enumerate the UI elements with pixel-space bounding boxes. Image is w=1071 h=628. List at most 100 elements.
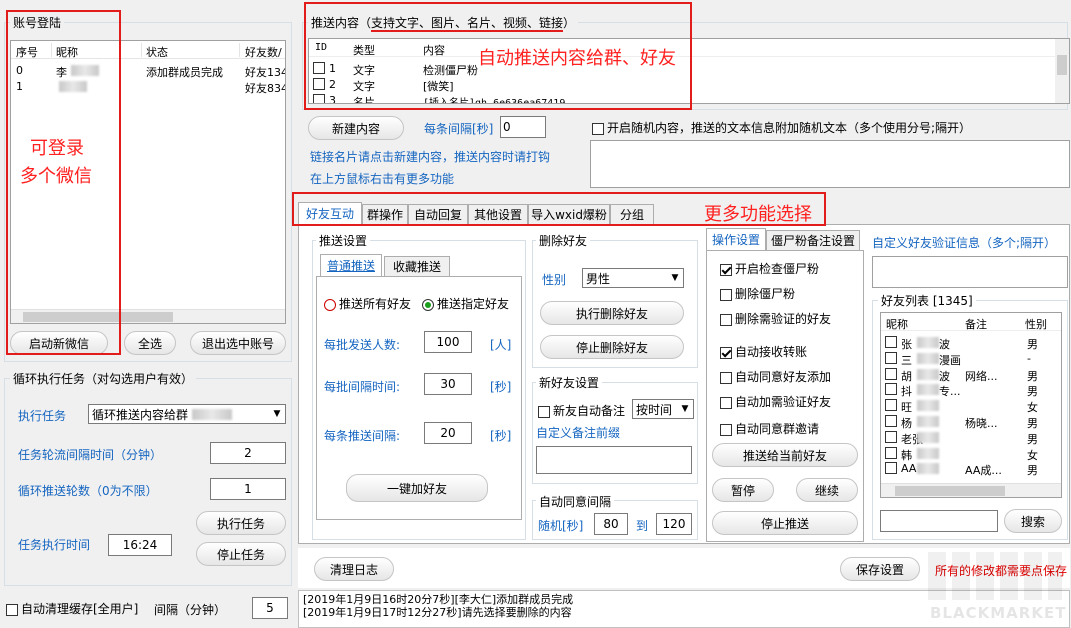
checkbox-icon[interactable]: [885, 462, 897, 475]
new-content-button[interactable]: 新建内容: [308, 116, 404, 140]
log-output[interactable]: [2019年1月9日16时20分7秒][李大仁]添加群成员完成 [2019年1月…: [298, 590, 1070, 628]
exec-delete-friend-button[interactable]: 执行删除好友: [540, 301, 684, 325]
ops-delete-verify[interactable]: 删除需验证的好友: [720, 310, 831, 327]
item-interval-input[interactable]: [500, 116, 546, 138]
item-interval-label: 每条间隔[秒]: [424, 122, 494, 136]
random-content-checkbox[interactable]: 开启随机内容，推送的文本信息附加随机文本（多个使用分号;隔开）: [592, 119, 971, 136]
checkbox-icon[interactable]: [885, 367, 897, 380]
batch-interval-input[interactable]: [424, 373, 472, 395]
col-friend-gender[interactable]: 性别: [1025, 316, 1047, 332]
friend-search-button[interactable]: 搜索: [1004, 509, 1062, 533]
save-settings-button[interactable]: 保存设置: [840, 557, 920, 581]
ops-auto-accept-group[interactable]: 自动同意群邀请: [720, 420, 819, 437]
verify-msg-input[interactable]: [872, 256, 1068, 288]
col-nick[interactable]: 昵称: [56, 44, 78, 60]
subtab-normal-push[interactable]: 普通推送: [320, 254, 382, 276]
tab-other-settings[interactable]: 其他设置: [468, 204, 528, 224]
exec-task-select[interactable]: 循环推送内容给群 ▼: [88, 404, 286, 424]
task-time-input[interactable]: [108, 534, 172, 556]
tab-group[interactable]: 分组: [610, 204, 654, 224]
start-new-wechat-button[interactable]: 启动新微信: [10, 331, 108, 355]
tab-import-wxid[interactable]: 导入wxid爆粉: [528, 204, 610, 224]
logout-selected-button[interactable]: 退出选中账号: [190, 331, 286, 355]
tab-group-ops[interactable]: 群操作: [362, 204, 408, 224]
friend-row[interactable]: 三 漫画 -: [881, 351, 1061, 367]
auto-clean-cache-checkbox[interactable]: 自动清理缓存[全用户]: [6, 600, 138, 617]
checkbox-icon[interactable]: [313, 62, 325, 74]
stop-delete-friend-button[interactable]: 停止删除好友: [540, 335, 684, 359]
agree-to-input[interactable]: [656, 513, 692, 535]
gender-select[interactable]: 男性 ▼: [582, 268, 684, 288]
friend-row[interactable]: 张波男: [881, 335, 1061, 351]
push-row[interactable]: 2 文字 [微笑]: [309, 77, 1069, 93]
checkbox-icon[interactable]: [885, 430, 897, 443]
continue-button[interactable]: 继续: [796, 478, 858, 502]
auto-note-checkbox[interactable]: 新友自动备注: [538, 402, 625, 419]
checkbox-icon[interactable]: [885, 399, 897, 412]
col-friend-note[interactable]: 备注: [965, 316, 987, 332]
account-row[interactable]: 0 李 添加群成员完成 好友134: [11, 63, 285, 79]
radio-push-specified[interactable]: 推送指定好友: [422, 295, 509, 312]
custom-prefix-input[interactable]: [536, 446, 692, 474]
push-interval-input[interactable]: [424, 422, 472, 444]
checkbox-icon[interactable]: [885, 446, 897, 459]
push-list-vscroll[interactable]: [1055, 39, 1069, 103]
stop-push-button[interactable]: 停止推送: [712, 511, 858, 535]
col-id[interactable]: ID: [315, 42, 327, 53]
select-all-button[interactable]: 全选: [124, 331, 176, 355]
account-row[interactable]: 1 好友834: [11, 79, 285, 95]
col-type[interactable]: 类型: [353, 42, 375, 58]
tab-zombie-note-settings[interactable]: 僵尸粉备注设置: [766, 230, 860, 250]
blurred-name: [917, 337, 939, 348]
friend-row[interactable]: AA AA成... 男: [881, 461, 1061, 477]
checkbox-icon[interactable]: [313, 78, 325, 90]
random-text-input[interactable]: [590, 140, 1070, 188]
stop-task-button[interactable]: 停止任务: [196, 542, 286, 566]
tab-auto-reply[interactable]: 自动回复: [408, 204, 468, 224]
tab-operation-settings[interactable]: 操作设置: [706, 228, 766, 250]
account-list-hscroll[interactable]: [11, 309, 285, 323]
friend-row[interactable]: 老张男: [881, 430, 1061, 446]
one-click-add-friend-button[interactable]: 一键加好友: [346, 474, 488, 502]
checkbox-icon: [720, 313, 732, 326]
checkbox-icon[interactable]: [885, 336, 897, 348]
friend-row[interactable]: 旺女: [881, 398, 1061, 414]
exec-task-button[interactable]: 执行任务: [196, 511, 286, 535]
friend-list[interactable]: 昵称 备注 性别 张波男三漫画 - 胡波网络... 男抖专... 男旺女杨杨晓... 男老…: [880, 312, 1062, 498]
ops-auto-accept-friend[interactable]: 自动同意好友添加: [720, 368, 831, 385]
ops-check-zombie[interactable]: 开启检查僵尸粉: [720, 260, 819, 277]
loop-interval-input[interactable]: [210, 442, 286, 464]
tab-friend-interaction[interactable]: 好友互动: [298, 202, 362, 224]
friend-row[interactable]: 杨 杨晓... 男: [881, 414, 1061, 430]
push-row[interactable]: 1 文字 检测僵尸粉: [309, 61, 1069, 77]
push-content-list[interactable]: ID 类型 内容 1 文字 检测僵尸粉 2 文字 [微笑] 3 名片 [插入名片…: [308, 38, 1070, 104]
col-friends[interactable]: 好友数/: [245, 44, 282, 60]
col-status[interactable]: 状态: [146, 44, 168, 60]
friend-row[interactable]: 抖 专... 男: [881, 382, 1061, 398]
col-index[interactable]: 序号: [16, 44, 38, 60]
ops-delete-zombie[interactable]: 删除僵尸粉: [720, 285, 795, 302]
ops-auto-transfer[interactable]: 自动接收转账: [720, 343, 807, 360]
checkbox-icon[interactable]: [313, 94, 325, 103]
batch-size-input[interactable]: [424, 331, 472, 353]
cache-interval-input[interactable]: [252, 597, 288, 619]
radio-push-all[interactable]: 推送所有好友: [324, 295, 411, 312]
push-row[interactable]: 3 名片 [插入名片]gh_6e636ea67419: [309, 93, 1069, 103]
clear-log-button[interactable]: 清理日志: [314, 557, 394, 581]
friend-row[interactable]: 胡 波 网络... 男: [881, 367, 1061, 383]
friend-search-input[interactable]: [880, 510, 998, 532]
friend-list-hscroll[interactable]: [881, 483, 1061, 497]
note-mode-select[interactable]: 按时间 ▼: [632, 399, 694, 419]
pause-button[interactable]: 暂停: [712, 478, 774, 502]
friend-row[interactable]: 韩女: [881, 446, 1061, 462]
checkbox-icon[interactable]: [885, 383, 897, 396]
col-friend-nick[interactable]: 昵称: [886, 316, 908, 332]
push-current-friend-button[interactable]: 推送给当前好友: [712, 443, 858, 467]
loop-rounds-input[interactable]: [210, 478, 286, 500]
checkbox-icon[interactable]: [885, 415, 897, 427]
checkbox-icon[interactable]: [885, 351, 897, 364]
subtab-favorite-push[interactable]: 收藏推送: [384, 256, 450, 276]
ops-auto-add-verify[interactable]: 自动加需验证好友: [720, 393, 831, 410]
agree-from-input[interactable]: [594, 513, 628, 535]
col-content[interactable]: 内容: [423, 42, 445, 58]
